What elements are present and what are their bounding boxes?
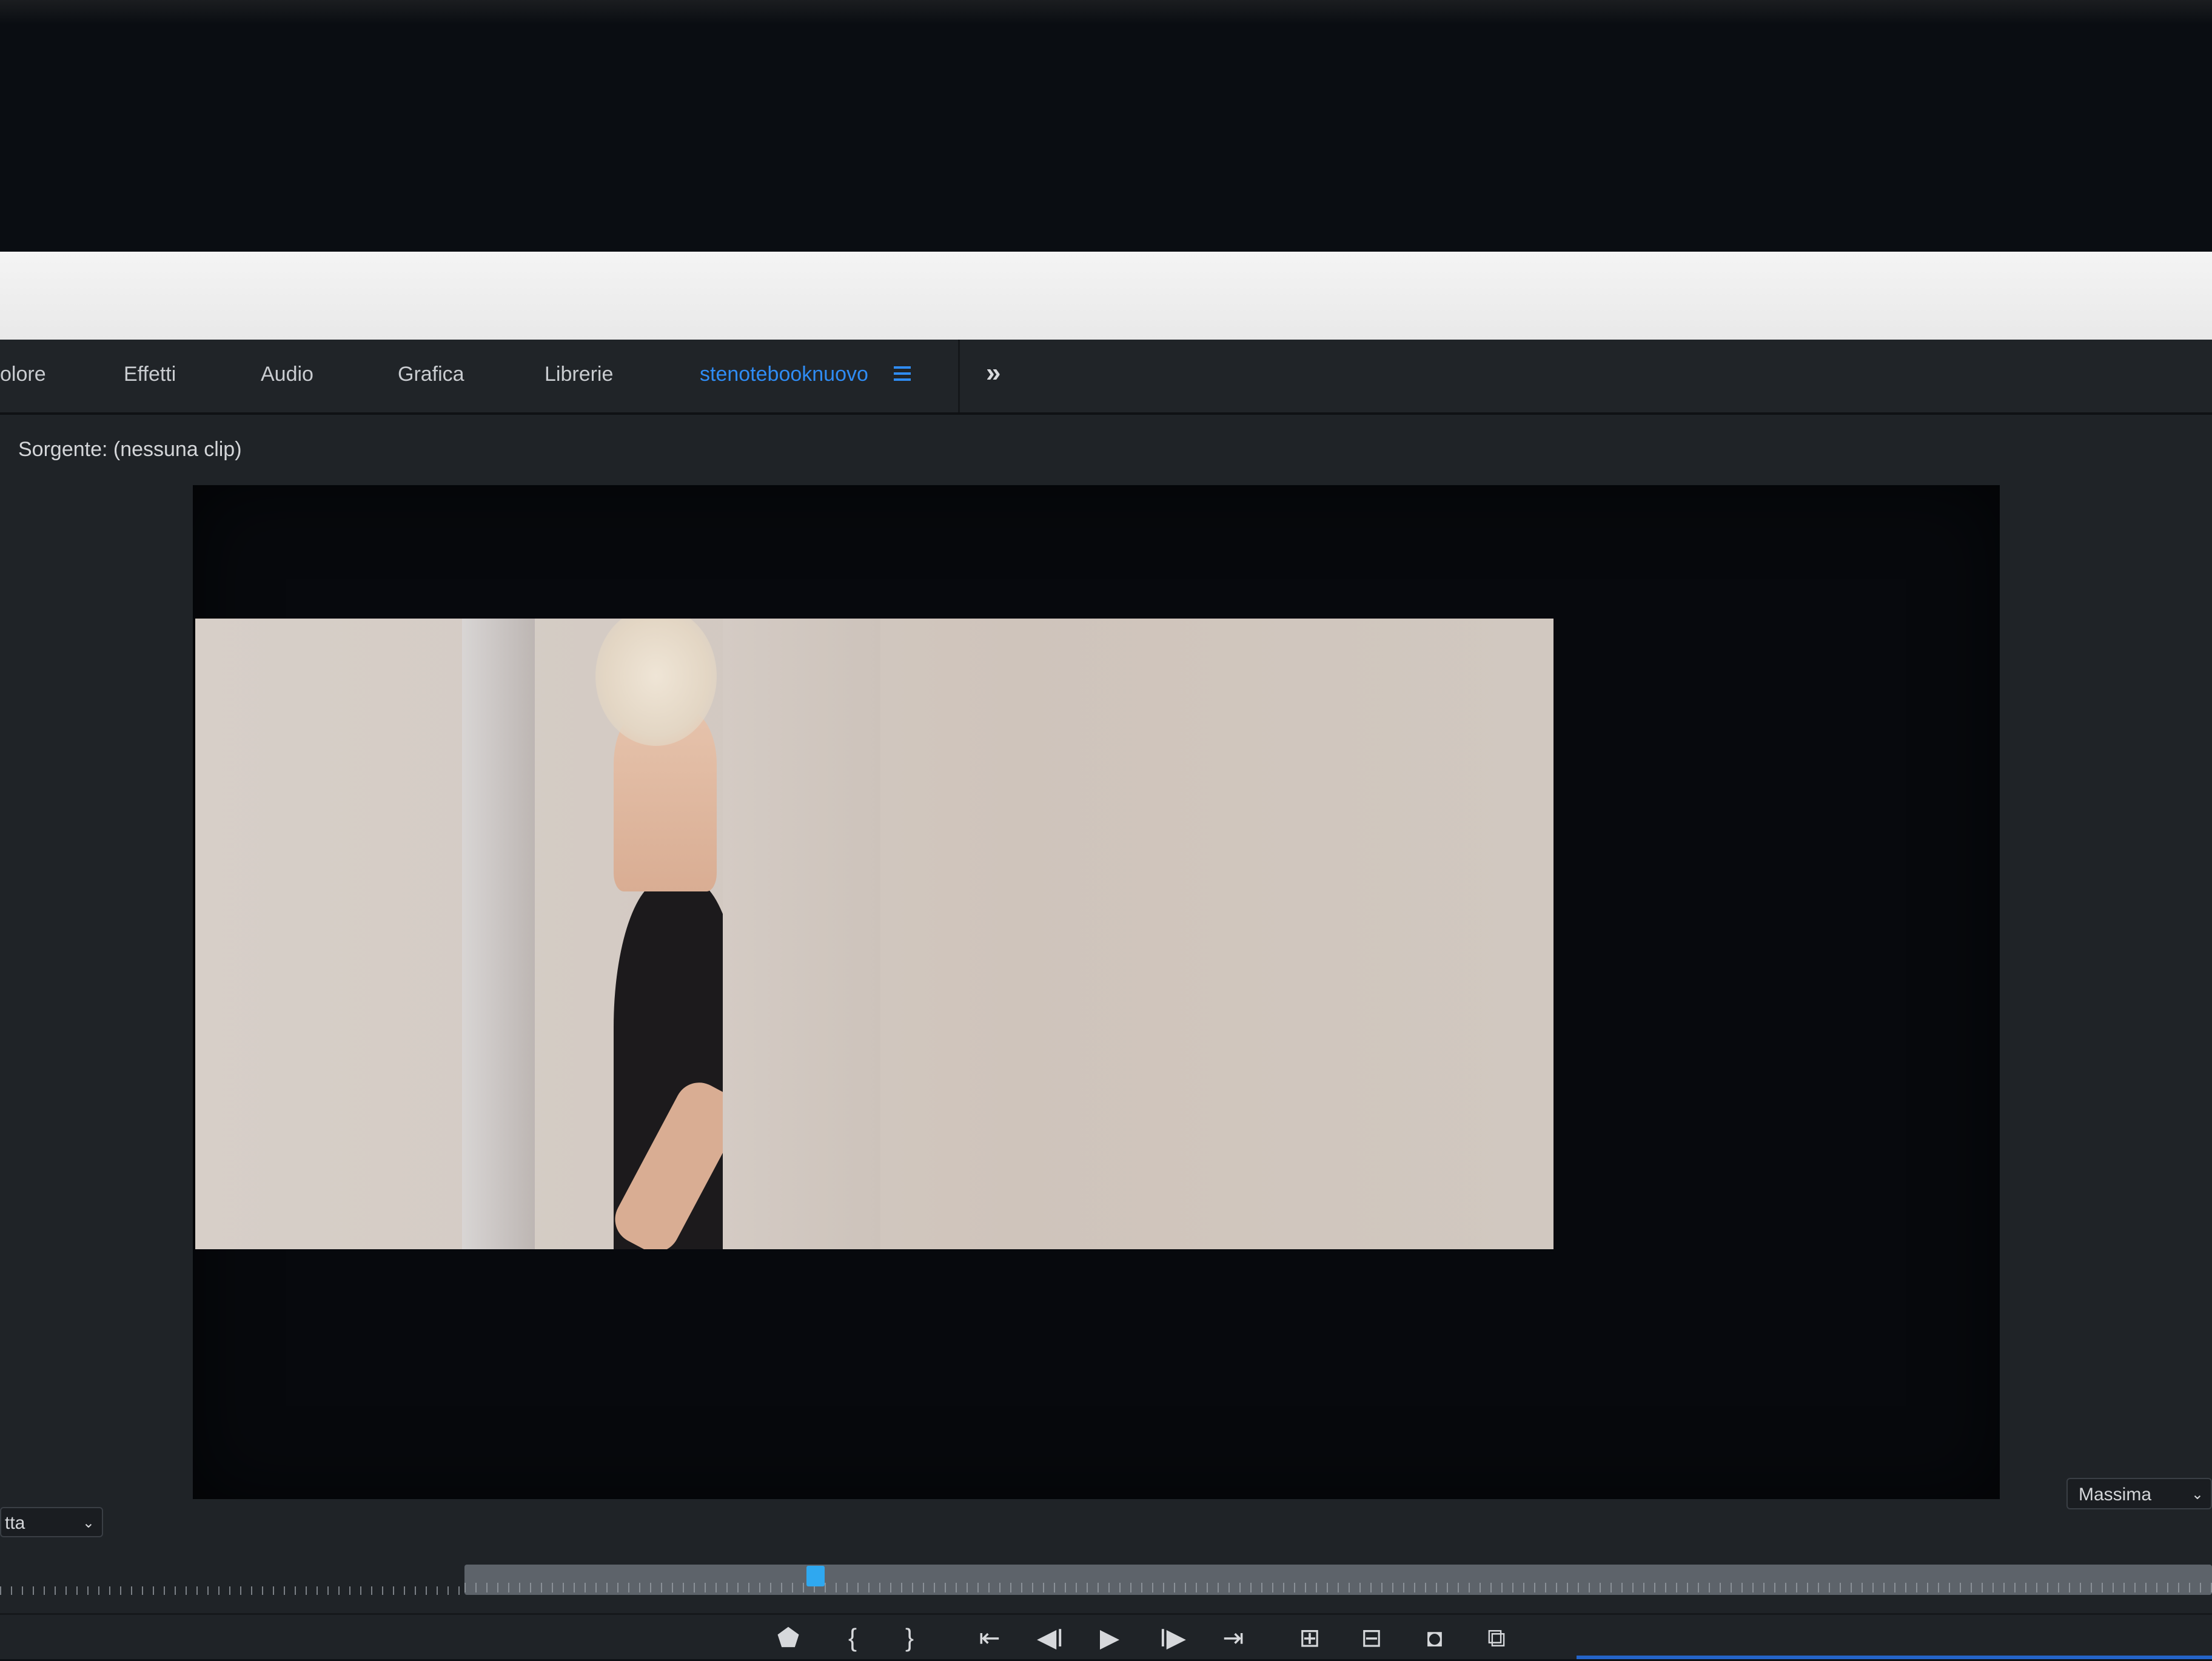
go-to-out-button[interactable]: ⇥ <box>1215 1621 1252 1655</box>
chevron-down-icon: ⌄ <box>82 1515 95 1531</box>
premiere-app: olore Effetti Audio Grafica Librerie ste… <box>0 340 2212 1659</box>
workspace-divider <box>958 340 960 412</box>
video-frame <box>195 619 1553 1249</box>
mark-out-button[interactable]: } <box>891 1621 928 1655</box>
mark-in-button[interactable]: { <box>834 1621 871 1655</box>
workspace-menu-icon[interactable] <box>894 366 911 381</box>
step-back-button[interactable]: ◀I <box>1032 1621 1068 1655</box>
time-ruler[interactable] <box>0 1552 2212 1601</box>
insert-button[interactable]: ⊞ <box>1292 1621 1328 1655</box>
fit-dropdown[interactable]: tta ⌄ <box>0 1507 103 1537</box>
tab-librerie[interactable]: Librerie <box>545 363 613 386</box>
play-button[interactable]: ▶ <box>1091 1621 1128 1655</box>
wall-edge <box>462 619 535 1249</box>
chevron-down-icon: ⌄ <box>2191 1486 2204 1503</box>
tab-stenotebooknuovo[interactable]: stenotebooknuovo <box>700 363 868 386</box>
zoom-scrollbar[interactable] <box>464 1565 2212 1595</box>
step-forward-button[interactable]: I▶ <box>1155 1621 1191 1655</box>
door-edge <box>723 619 880 1249</box>
go-to-in-button[interactable]: ⇤ <box>971 1621 1008 1655</box>
add-marker-button[interactable]: ⬟ <box>770 1621 806 1655</box>
quality-dropdown[interactable]: Massima ⌄ <box>2066 1478 2212 1509</box>
transport-bar: ⬟ { } ⇤ ◀I ▶ I▶ ⇥ ⊞ ⊟ ◘ ⧉ <box>0 1613 2212 1661</box>
source-panel-title[interactable]: Sorgente: (nessuna clip) <box>18 438 242 461</box>
tab-effetti[interactable]: Effetti <box>124 363 176 386</box>
tab-colore[interactable]: olore <box>0 363 46 386</box>
active-panel-highlight <box>1577 1656 2212 1659</box>
more-workspaces-icon[interactable]: » <box>986 358 1000 388</box>
export-frame-button[interactable]: ◘ <box>1416 1621 1453 1655</box>
playhead[interactable] <box>806 1566 825 1586</box>
tab-audio[interactable]: Audio <box>261 363 313 386</box>
window-title-bar <box>0 252 2212 340</box>
button-editor-button[interactable]: ⧉ <box>1478 1621 1515 1655</box>
tab-grafica[interactable]: Grafica <box>398 363 464 386</box>
workspace-bar: olore Effetti Audio Grafica Librerie ste… <box>0 340 2212 415</box>
program-monitor[interactable] <box>193 485 2000 1499</box>
quality-dropdown-value: Massima <box>2079 1485 2152 1505</box>
monitor-bezel <box>0 0 2212 252</box>
ruler-ticks <box>0 1577 467 1595</box>
overwrite-button[interactable]: ⊟ <box>1353 1621 1390 1655</box>
monitor-controls: tta ⌄ Massima ⌄ <box>0 1478 2212 1549</box>
fit-dropdown-value: tta <box>5 1513 25 1533</box>
